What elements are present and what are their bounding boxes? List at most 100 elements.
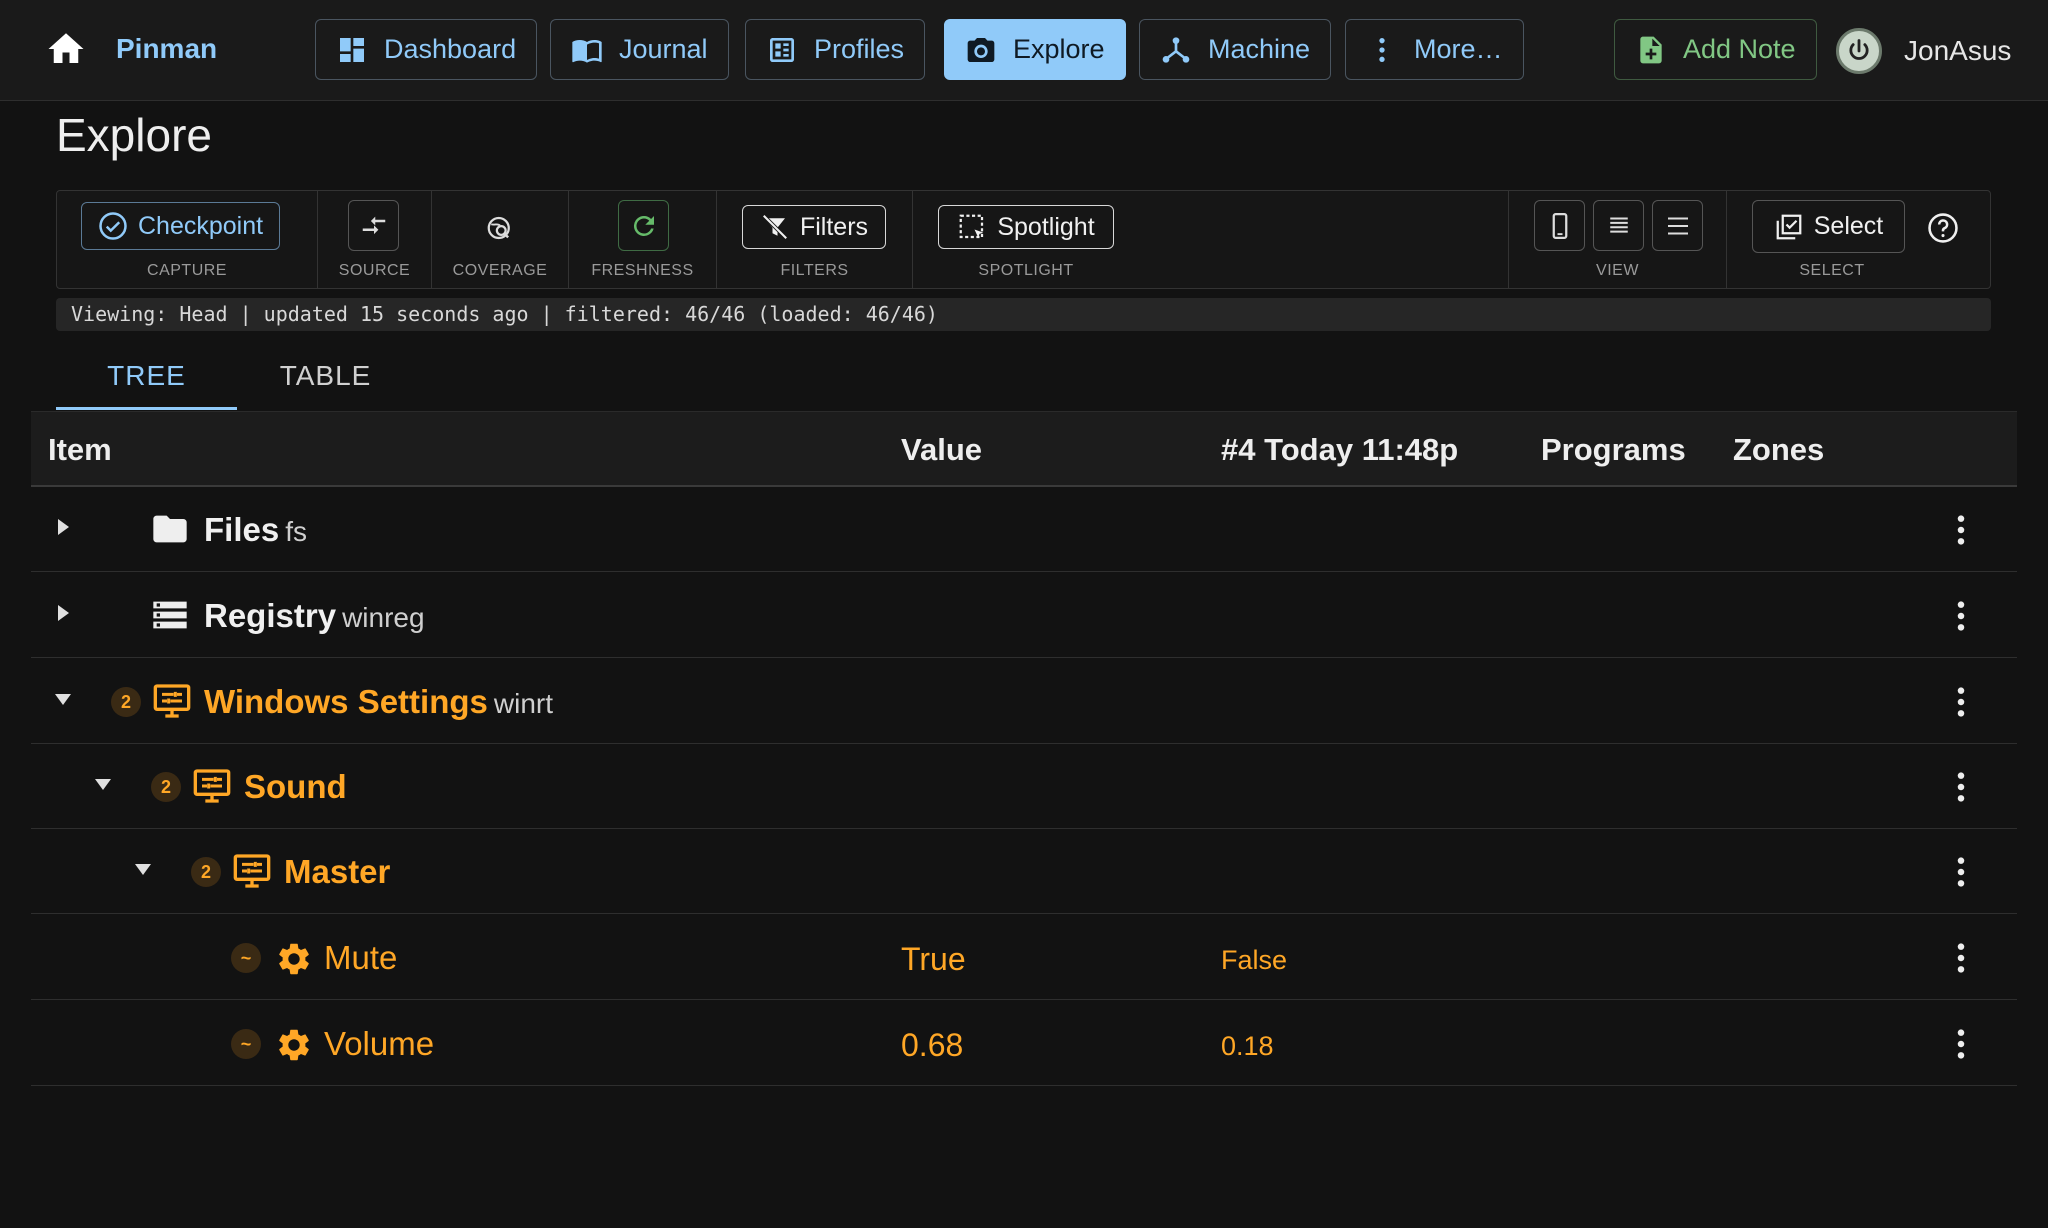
modified-badge: ~ — [231, 1029, 261, 1059]
capture-group: Checkpoint CAPTURE — [57, 191, 318, 288]
nav-dashboard-button[interactable]: Dashboard — [315, 19, 538, 80]
row-name: Windows Settings winrt — [204, 683, 553, 721]
more-vertical-icon[interactable] — [1954, 1027, 1968, 1061]
explore-toolbar: Checkpoint CAPTURE SOURCE COVERAGE FRESH… — [56, 190, 1991, 289]
camera-icon — [967, 37, 995, 62]
caret-down-icon[interactable] — [91, 772, 115, 796]
source-group: SOURCE — [318, 191, 432, 288]
nav-machine-label: Machine — [1208, 34, 1311, 64]
table-row[interactable]: ~ Volume 0.68 0.18 — [31, 1001, 2017, 1086]
user-name[interactable]: JonAsus — [1904, 35, 2011, 67]
brand-name[interactable]: Pinman — [116, 33, 217, 65]
spotlight-group-label: SPOTLIGHT — [978, 262, 1074, 279]
caret-down-icon[interactable] — [131, 857, 155, 881]
select-button[interactable]: Select — [1752, 200, 1905, 253]
checkpoint-label: Checkpoint — [138, 211, 264, 240]
storage-icon — [153, 601, 187, 629]
row-label: Registry — [204, 597, 337, 634]
row-label: Files — [204, 511, 280, 548]
capture-label: CAPTURE — [147, 262, 227, 279]
note-add-icon — [1640, 36, 1662, 63]
gear-icon — [279, 1029, 309, 1061]
table-row[interactable]: 2 Windows Settings winrt — [31, 659, 2017, 744]
more-vertical-icon[interactable] — [1954, 770, 1968, 804]
nav-machine-button[interactable]: Machine — [1139, 19, 1332, 80]
power-button[interactable] — [1836, 28, 1882, 74]
nav-journal-button[interactable]: Journal — [550, 19, 729, 80]
folder-icon — [153, 515, 187, 543]
row-label: Windows Settings — [204, 683, 488, 720]
more-vertical-icon[interactable] — [1954, 599, 1968, 633]
caret-right-icon[interactable] — [51, 515, 75, 539]
change-count-badge: 2 — [111, 687, 141, 717]
gear-icon — [279, 943, 309, 975]
table-row[interactable]: ~ Mute True False — [31, 915, 2017, 1000]
modified-badge: ~ — [231, 943, 261, 973]
settings-display-icon — [193, 769, 231, 803]
filters-group-label: FILTERS — [780, 262, 849, 279]
tab-tree[interactable]: TREE — [56, 356, 237, 410]
view-compact-button[interactable] — [1534, 200, 1585, 251]
row-label: Master — [284, 853, 391, 890]
row-name: Mute — [324, 939, 398, 976]
book-open-icon — [572, 39, 602, 63]
nav-more-button[interactable]: More… — [1345, 19, 1524, 80]
profiles-icon — [770, 37, 794, 62]
network-icon — [1162, 36, 1190, 63]
table-row[interactable]: 2 Sound — [31, 744, 2017, 829]
home-icon[interactable] — [44, 28, 88, 70]
filter-off-icon — [762, 214, 788, 240]
row-provider: winrt — [493, 688, 553, 719]
table-header: Item Value #4 Today 11:48p Programs Zone… — [31, 411, 2017, 487]
filters-button[interactable]: Filters — [742, 205, 886, 249]
column-header-item[interactable]: Item — [48, 432, 112, 468]
list-icon — [1667, 217, 1688, 234]
row-name: Registry winreg — [204, 597, 425, 635]
row-name: Volume — [324, 1025, 435, 1062]
table-row[interactable]: Registry winreg — [31, 573, 2017, 658]
caret-right-icon[interactable] — [51, 601, 75, 625]
more-vertical-icon[interactable] — [1954, 685, 1968, 719]
view-dense-button[interactable] — [1593, 200, 1644, 251]
column-header-snapshot[interactable]: #4 Today 11:48p — [1221, 432, 1458, 468]
column-header-value[interactable]: Value — [901, 432, 982, 468]
table-row[interactable]: 2 Master — [31, 829, 2017, 914]
checkpoint-button[interactable]: Checkpoint — [81, 202, 281, 250]
row-name: Sound — [244, 768, 347, 806]
row-snapshot-value: 0.18 — [1221, 1031, 1274, 1061]
settings-display-icon — [153, 684, 191, 718]
row-provider: fs — [285, 516, 307, 547]
coverage-button[interactable] — [474, 202, 525, 253]
more-vertical-icon — [1379, 37, 1385, 62]
row-snapshot-value: False — [1221, 945, 1288, 975]
add-note-button[interactable]: Add Note — [1614, 19, 1817, 80]
nav-explore-button[interactable]: Explore — [944, 19, 1126, 80]
row-value: 0.68 — [901, 1027, 964, 1063]
tab-table[interactable]: TABLE — [237, 356, 414, 410]
row-value: True — [901, 941, 966, 977]
row-provider: winreg — [342, 602, 425, 633]
column-header-programs[interactable]: Programs — [1541, 432, 1686, 468]
select-group-label: SELECT — [1799, 262, 1865, 279]
coverage-label: COVERAGE — [452, 262, 548, 279]
freshness-label: FRESHNESS — [591, 262, 694, 279]
table-row[interactable]: Files fs — [31, 487, 2017, 572]
row-name: Master — [284, 853, 390, 891]
check-circle-icon — [99, 212, 127, 240]
help-icon[interactable] — [1926, 211, 1960, 245]
view-comfortable-button[interactable] — [1652, 200, 1703, 251]
nav-dashboard-label: Dashboard — [384, 34, 517, 64]
spotlight-button[interactable]: Spotlight — [938, 205, 1114, 249]
nav-profiles-button[interactable]: Profiles — [745, 19, 926, 80]
more-vertical-icon[interactable] — [1954, 513, 1968, 547]
caret-down-icon[interactable] — [51, 687, 75, 711]
more-vertical-icon[interactable] — [1954, 855, 1968, 889]
status-line: Viewing: Head | updated 15 seconds ago |… — [56, 298, 1991, 331]
refresh-button[interactable] — [618, 200, 669, 251]
more-vertical-icon[interactable] — [1954, 941, 1968, 975]
source-button[interactable] — [348, 200, 399, 251]
column-header-zones[interactable]: Zones — [1733, 432, 1824, 468]
select-label: Select — [1813, 212, 1884, 240]
nav-profiles-label: Profiles — [814, 34, 905, 64]
spotlight-label: Spotlight — [997, 212, 1095, 241]
